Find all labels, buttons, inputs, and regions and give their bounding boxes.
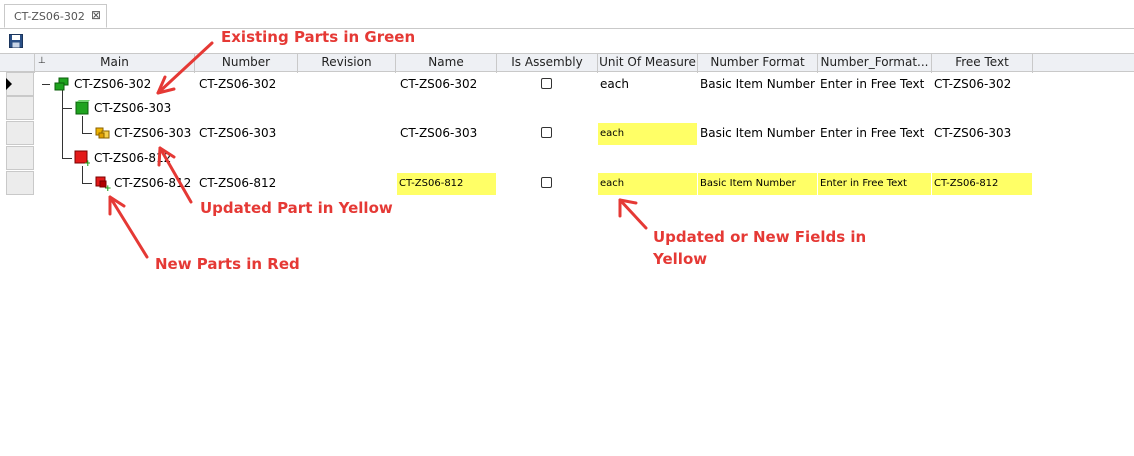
- arrow-updated-part: [158, 146, 193, 204]
- arrow-updated-fields: [618, 198, 648, 230]
- annotation-updated-fields: Updated or New Fields in Yellow: [653, 226, 866, 270]
- annotation-existing-parts: Existing Parts in Green: [221, 28, 416, 46]
- arrow-existing-parts: [156, 41, 214, 95]
- annotation-arrows: [108, 41, 648, 259]
- annotation-line: Updated or New Fields in: [653, 228, 867, 246]
- annotation-new-parts: New Parts in Red: [155, 255, 300, 273]
- annotation-line: Yellow: [653, 250, 708, 268]
- annotation-updated-part: Updated Part in Yellow: [200, 199, 393, 217]
- arrow-new-parts: [108, 195, 149, 259]
